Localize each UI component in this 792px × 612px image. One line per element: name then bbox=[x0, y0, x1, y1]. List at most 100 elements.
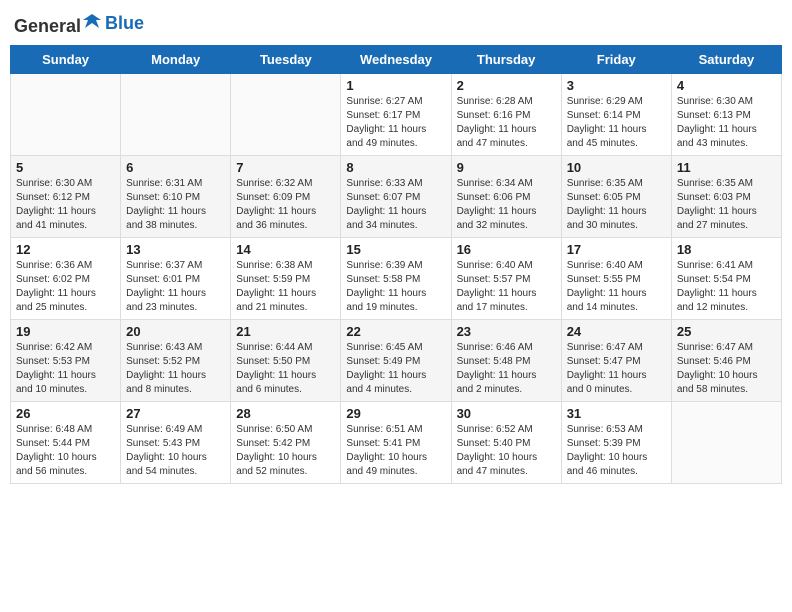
column-header-wednesday: Wednesday bbox=[341, 46, 451, 74]
column-header-thursday: Thursday bbox=[451, 46, 561, 74]
day-number: 14 bbox=[236, 242, 335, 257]
day-cell-2: 2 Sunrise: 6:28 AM Sunset: 6:16 PM Daylig… bbox=[451, 74, 561, 156]
day-cell-28: 28 Sunrise: 6:50 AM Sunset: 5:42 PM Dayli… bbox=[231, 402, 341, 484]
column-header-friday: Friday bbox=[561, 46, 671, 74]
day-number: 9 bbox=[457, 160, 556, 175]
day-number: 4 bbox=[677, 78, 776, 93]
day-info: Sunrise: 6:38 AM Sunset: 5:59 PM Dayligh… bbox=[236, 259, 335, 315]
day-info: Sunrise: 6:28 AM Sunset: 6:16 PM Dayligh… bbox=[457, 95, 556, 151]
week-row-3: 12 Sunrise: 6:36 AM Sunset: 6:02 PM Dayli… bbox=[11, 238, 782, 320]
day-info: Sunrise: 6:46 AM Sunset: 5:48 PM Dayligh… bbox=[457, 341, 556, 397]
day-number: 26 bbox=[16, 406, 115, 421]
empty-cell bbox=[231, 74, 341, 156]
logo-bird-icon bbox=[81, 10, 103, 32]
day-info: Sunrise: 6:47 AM Sunset: 5:46 PM Dayligh… bbox=[677, 341, 776, 397]
calendar-header-row: SundayMondayTuesdayWednesdayThursdayFrid… bbox=[11, 46, 782, 74]
day-number: 7 bbox=[236, 160, 335, 175]
day-cell-3: 3 Sunrise: 6:29 AM Sunset: 6:14 PM Daylig… bbox=[561, 74, 671, 156]
day-cell-7: 7 Sunrise: 6:32 AM Sunset: 6:09 PM Daylig… bbox=[231, 156, 341, 238]
day-cell-15: 15 Sunrise: 6:39 AM Sunset: 5:58 PM Dayli… bbox=[341, 238, 451, 320]
empty-cell bbox=[121, 74, 231, 156]
day-cell-12: 12 Sunrise: 6:36 AM Sunset: 6:02 PM Dayli… bbox=[11, 238, 121, 320]
day-number: 15 bbox=[346, 242, 445, 257]
day-number: 19 bbox=[16, 324, 115, 339]
week-row-5: 26 Sunrise: 6:48 AM Sunset: 5:44 PM Dayli… bbox=[11, 402, 782, 484]
day-info: Sunrise: 6:44 AM Sunset: 5:50 PM Dayligh… bbox=[236, 341, 335, 397]
day-cell-13: 13 Sunrise: 6:37 AM Sunset: 6:01 PM Dayli… bbox=[121, 238, 231, 320]
day-cell-11: 11 Sunrise: 6:35 AM Sunset: 6:03 PM Dayli… bbox=[671, 156, 781, 238]
day-info: Sunrise: 6:35 AM Sunset: 6:05 PM Dayligh… bbox=[567, 177, 666, 233]
day-info: Sunrise: 6:43 AM Sunset: 5:52 PM Dayligh… bbox=[126, 341, 225, 397]
week-row-2: 5 Sunrise: 6:30 AM Sunset: 6:12 PM Daylig… bbox=[11, 156, 782, 238]
day-number: 3 bbox=[567, 78, 666, 93]
day-number: 12 bbox=[16, 242, 115, 257]
day-cell-22: 22 Sunrise: 6:45 AM Sunset: 5:49 PM Dayli… bbox=[341, 320, 451, 402]
day-info: Sunrise: 6:49 AM Sunset: 5:43 PM Dayligh… bbox=[126, 423, 225, 479]
day-number: 10 bbox=[567, 160, 666, 175]
day-number: 6 bbox=[126, 160, 225, 175]
day-number: 2 bbox=[457, 78, 556, 93]
day-info: Sunrise: 6:29 AM Sunset: 6:14 PM Dayligh… bbox=[567, 95, 666, 151]
day-number: 27 bbox=[126, 406, 225, 421]
day-number: 28 bbox=[236, 406, 335, 421]
page-header: General Blue bbox=[10, 10, 782, 37]
day-cell-19: 19 Sunrise: 6:42 AM Sunset: 5:53 PM Dayli… bbox=[11, 320, 121, 402]
day-info: Sunrise: 6:27 AM Sunset: 6:17 PM Dayligh… bbox=[346, 95, 445, 151]
day-info: Sunrise: 6:32 AM Sunset: 6:09 PM Dayligh… bbox=[236, 177, 335, 233]
day-info: Sunrise: 6:36 AM Sunset: 6:02 PM Dayligh… bbox=[16, 259, 115, 315]
day-info: Sunrise: 6:48 AM Sunset: 5:44 PM Dayligh… bbox=[16, 423, 115, 479]
logo: General Blue bbox=[14, 10, 144, 37]
day-info: Sunrise: 6:41 AM Sunset: 5:54 PM Dayligh… bbox=[677, 259, 776, 315]
day-cell-4: 4 Sunrise: 6:30 AM Sunset: 6:13 PM Daylig… bbox=[671, 74, 781, 156]
day-info: Sunrise: 6:31 AM Sunset: 6:10 PM Dayligh… bbox=[126, 177, 225, 233]
week-row-1: 1Sunrise: 6:27 AM Sunset: 6:17 PM Daylig… bbox=[11, 74, 782, 156]
day-cell-16: 16 Sunrise: 6:40 AM Sunset: 5:57 PM Dayli… bbox=[451, 238, 561, 320]
day-info: Sunrise: 6:39 AM Sunset: 5:58 PM Dayligh… bbox=[346, 259, 445, 315]
day-number: 16 bbox=[457, 242, 556, 257]
day-info: Sunrise: 6:42 AM Sunset: 5:53 PM Dayligh… bbox=[16, 341, 115, 397]
day-info: Sunrise: 6:30 AM Sunset: 6:12 PM Dayligh… bbox=[16, 177, 115, 233]
day-info: Sunrise: 6:34 AM Sunset: 6:06 PM Dayligh… bbox=[457, 177, 556, 233]
day-cell-25: 25 Sunrise: 6:47 AM Sunset: 5:46 PM Dayli… bbox=[671, 320, 781, 402]
column-header-saturday: Saturday bbox=[671, 46, 781, 74]
logo-blue: Blue bbox=[105, 13, 144, 33]
day-number: 30 bbox=[457, 406, 556, 421]
day-cell-10: 10 Sunrise: 6:35 AM Sunset: 6:05 PM Dayli… bbox=[561, 156, 671, 238]
calendar-table: SundayMondayTuesdayWednesdayThursdayFrid… bbox=[10, 45, 782, 484]
day-info: Sunrise: 6:40 AM Sunset: 5:57 PM Dayligh… bbox=[457, 259, 556, 315]
day-cell-30: 30Sunrise: 6:52 AM Sunset: 5:40 PM Dayli… bbox=[451, 402, 561, 484]
day-info: Sunrise: 6:33 AM Sunset: 6:07 PM Dayligh… bbox=[346, 177, 445, 233]
day-number: 13 bbox=[126, 242, 225, 257]
week-row-4: 19 Sunrise: 6:42 AM Sunset: 5:53 PM Dayli… bbox=[11, 320, 782, 402]
day-cell-23: 23 Sunrise: 6:46 AM Sunset: 5:48 PM Dayli… bbox=[451, 320, 561, 402]
day-number: 5 bbox=[16, 160, 115, 175]
day-number: 25 bbox=[677, 324, 776, 339]
empty-cell bbox=[11, 74, 121, 156]
day-cell-26: 26 Sunrise: 6:48 AM Sunset: 5:44 PM Dayli… bbox=[11, 402, 121, 484]
day-number: 11 bbox=[677, 160, 776, 175]
day-info: Sunrise: 6:35 AM Sunset: 6:03 PM Dayligh… bbox=[677, 177, 776, 233]
day-info: Sunrise: 6:45 AM Sunset: 5:49 PM Dayligh… bbox=[346, 341, 445, 397]
day-info: Sunrise: 6:37 AM Sunset: 6:01 PM Dayligh… bbox=[126, 259, 225, 315]
day-cell-14: 14 Sunrise: 6:38 AM Sunset: 5:59 PM Dayli… bbox=[231, 238, 341, 320]
day-cell-1: 1Sunrise: 6:27 AM Sunset: 6:17 PM Daylig… bbox=[341, 74, 451, 156]
day-cell-8: 8Sunrise: 6:33 AM Sunset: 6:07 PM Daylig… bbox=[341, 156, 451, 238]
day-info: Sunrise: 6:30 AM Sunset: 6:13 PM Dayligh… bbox=[677, 95, 776, 151]
day-cell-21: 21 Sunrise: 6:44 AM Sunset: 5:50 PM Dayli… bbox=[231, 320, 341, 402]
day-info: Sunrise: 6:50 AM Sunset: 5:42 PM Dayligh… bbox=[236, 423, 335, 479]
day-number: 21 bbox=[236, 324, 335, 339]
day-number: 20 bbox=[126, 324, 225, 339]
column-header-sunday: Sunday bbox=[11, 46, 121, 74]
day-number: 31 bbox=[567, 406, 666, 421]
day-cell-20: 20 Sunrise: 6:43 AM Sunset: 5:52 PM Dayli… bbox=[121, 320, 231, 402]
day-cell-27: 27 Sunrise: 6:49 AM Sunset: 5:43 PM Dayli… bbox=[121, 402, 231, 484]
day-number: 17 bbox=[567, 242, 666, 257]
column-header-monday: Monday bbox=[121, 46, 231, 74]
day-info: Sunrise: 6:40 AM Sunset: 5:55 PM Dayligh… bbox=[567, 259, 666, 315]
day-cell-6: 6 Sunrise: 6:31 AM Sunset: 6:10 PM Daylig… bbox=[121, 156, 231, 238]
day-number: 23 bbox=[457, 324, 556, 339]
day-cell-24: 24Sunrise: 6:47 AM Sunset: 5:47 PM Dayli… bbox=[561, 320, 671, 402]
day-cell-18: 18Sunrise: 6:41 AM Sunset: 5:54 PM Dayli… bbox=[671, 238, 781, 320]
day-number: 29 bbox=[346, 406, 445, 421]
day-number: 22 bbox=[346, 324, 445, 339]
